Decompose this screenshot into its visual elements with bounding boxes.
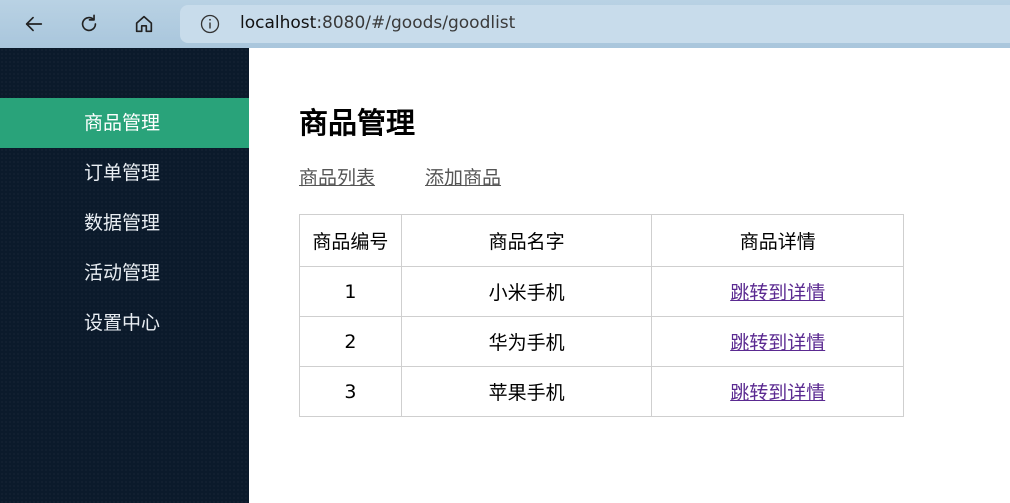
refresh-button[interactable]	[71, 6, 107, 42]
cell-goods-detail: 跳转到详情	[651, 316, 904, 367]
page-title: 商品管理	[299, 106, 416, 140]
main-content: 商品管理 商品列表 添加商品 商品编号 商品名字 商品详情 1 小米手机 跳转到…	[249, 48, 1010, 503]
url-text[interactable]: localhost:8080/#/goods/goodlist	[240, 13, 515, 33]
sub-nav: 商品列表 添加商品	[299, 163, 501, 190]
tab-goods-list[interactable]: 商品列表	[299, 163, 375, 190]
header-goods-name: 商品名字	[400, 214, 653, 267]
sidebar-item-goods[interactable]: 商品管理	[0, 98, 249, 148]
goods-table: 商品编号 商品名字 商品详情 1 小米手机 跳转到详情 2 华为手机 跳转到详情…	[299, 214, 904, 417]
cell-goods-name: 苹果手机	[400, 366, 653, 417]
back-arrow-icon	[25, 16, 43, 32]
refresh-icon	[81, 14, 97, 32]
browser-toolbar: localhost:8080/#/goods/goodlist	[0, 0, 1010, 48]
info-icon[interactable]	[200, 14, 220, 34]
back-button[interactable]	[16, 6, 52, 42]
detail-link[interactable]: 跳转到详情	[730, 332, 825, 354]
sidebar-item-activities[interactable]: 活动管理	[0, 248, 249, 298]
header-goods-id: 商品编号	[299, 214, 402, 267]
cell-goods-id: 2	[299, 316, 402, 367]
home-button[interactable]	[126, 6, 162, 42]
table-row: 2 华为手机 跳转到详情	[299, 316, 904, 367]
url-host: localhost	[240, 13, 317, 33]
table-header-row: 商品编号 商品名字 商品详情	[299, 214, 904, 267]
detail-link[interactable]: 跳转到详情	[730, 382, 825, 404]
url-path: :8080/#/goods/goodlist	[316, 13, 516, 33]
home-icon	[135, 15, 153, 33]
cell-goods-id: 3	[299, 366, 402, 417]
header-goods-detail: 商品详情	[651, 214, 904, 267]
address-bar[interactable]: localhost:8080/#/goods/goodlist	[180, 5, 1010, 43]
sidebar-menu: 商品管理 订单管理 数据管理 活动管理 设置中心	[0, 98, 249, 348]
cell-goods-id: 1	[299, 266, 402, 317]
cell-goods-name: 华为手机	[400, 316, 653, 367]
cell-goods-name: 小米手机	[400, 266, 653, 317]
sidebar: 商品管理 订单管理 数据管理 活动管理 设置中心	[0, 48, 249, 503]
sidebar-item-settings[interactable]: 设置中心	[0, 298, 249, 348]
table-row: 1 小米手机 跳转到详情	[299, 266, 904, 317]
cell-goods-detail: 跳转到详情	[651, 366, 904, 417]
detail-link[interactable]: 跳转到详情	[730, 282, 825, 304]
sidebar-item-orders[interactable]: 订单管理	[0, 148, 249, 198]
table-row: 3 苹果手机 跳转到详情	[299, 366, 904, 417]
tab-add-goods[interactable]: 添加商品	[425, 163, 501, 190]
cell-goods-detail: 跳转到详情	[651, 266, 904, 317]
sidebar-item-data[interactable]: 数据管理	[0, 198, 249, 248]
